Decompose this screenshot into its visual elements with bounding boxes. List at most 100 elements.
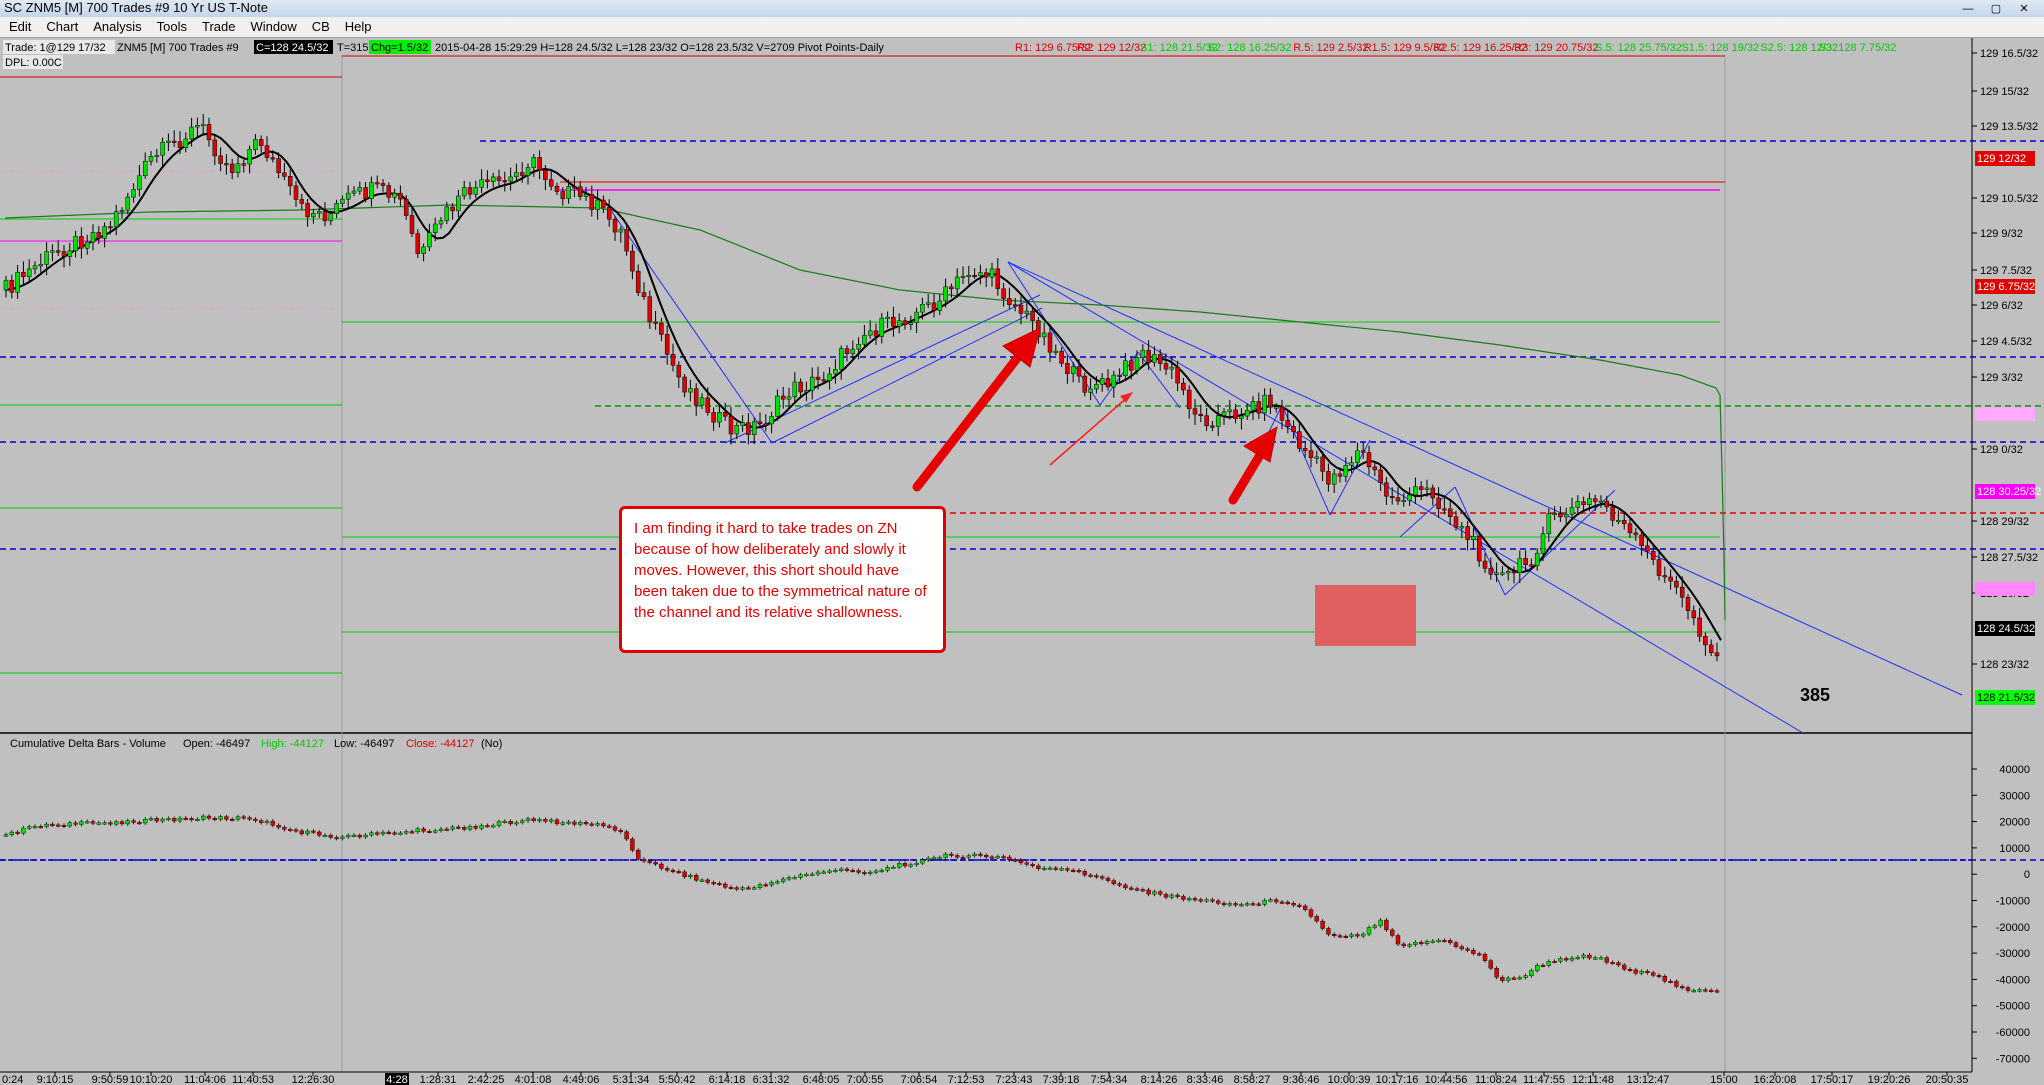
delta-bar: [1714, 990, 1720, 993]
delta-bar: [1616, 962, 1621, 966]
candle-body: [775, 395, 780, 417]
candle-body: [235, 163, 241, 173]
annotation-note: I am finding it hard to take trades on Z…: [619, 506, 946, 653]
tick-value: T=315: [337, 42, 369, 54]
delta-bar: [293, 829, 299, 832]
menu-chart[interactable]: Chart: [46, 19, 78, 34]
menu-cb[interactable]: CB: [312, 19, 330, 34]
candle-body: [891, 316, 896, 327]
delta-bar: [583, 822, 589, 825]
delta-bar: [84, 821, 90, 824]
delta-bar: [1326, 928, 1331, 935]
delta-bar: [1065, 868, 1070, 871]
menu-bar: Edit Chart Analysis Tools Trade Window CB Help: [0, 17, 2044, 38]
price-chart[interactable]: Trade: 1@129 17/32 ZNM5 [M] 700 Trades #…: [0, 38, 2044, 1085]
delta-bar: [873, 870, 879, 873]
delta-bar: [380, 831, 386, 835]
delta-bar: [288, 829, 293, 832]
delta-bar: [879, 870, 884, 873]
menu-edit[interactable]: Edit: [9, 19, 31, 34]
candle-body: [386, 185, 392, 198]
menu-analysis[interactable]: Analysis: [93, 19, 141, 34]
delta-bar: [543, 819, 548, 822]
close-icon[interactable]: ✕: [2010, 1, 2038, 17]
candle-body: [485, 179, 490, 182]
delta-bar: [926, 857, 931, 861]
candle-body: [676, 364, 682, 378]
candle-body: [119, 209, 125, 212]
candle-body: [1094, 383, 1099, 390]
candle-body: [1007, 298, 1012, 305]
delta-bar: [1308, 909, 1314, 917]
delta-bar: [694, 875, 699, 881]
candle-body: [902, 320, 908, 325]
candle-body: [1192, 408, 1198, 415]
delta-bar: [1552, 961, 1557, 964]
candle-body: [682, 376, 687, 393]
candle-body: [270, 157, 276, 160]
delta-bar: [734, 887, 739, 890]
candle-body: [1500, 572, 1505, 575]
delta-bar: [775, 881, 780, 884]
delta-bar: [1215, 900, 1221, 904]
price-marker: 129 12/32: [1977, 153, 2026, 165]
candle-body: [1302, 448, 1308, 451]
delta-bar: [844, 868, 850, 871]
delta-flag: (No): [481, 738, 502, 750]
delta-bar: [1279, 901, 1285, 904]
price-marker: 128 21.5/32: [1977, 692, 2035, 704]
delta-bar: [618, 830, 623, 832]
candle-body: [1453, 516, 1459, 528]
delta-bar: [520, 820, 525, 823]
delta-bar: [717, 883, 722, 886]
minimize-icon[interactable]: —: [1954, 1, 1982, 17]
price-marker: 128 24.5/32: [1977, 623, 2035, 635]
pivot-levels-header: R1: 129 6.75/32R2: 129 12/32S1: 128 21.5…: [1015, 42, 1896, 54]
delta-bar: [810, 873, 815, 876]
candle-body: [734, 425, 740, 435]
candle-body: [1128, 360, 1134, 371]
candle-body: [746, 422, 751, 436]
menu-help[interactable]: Help: [345, 19, 372, 34]
price-label: 129 6/32: [1980, 300, 2023, 312]
time-label: 4:49:06: [563, 1074, 600, 1085]
candle-body: [856, 344, 861, 350]
candle-body: [229, 163, 235, 173]
menu-trade[interactable]: Trade: [202, 19, 235, 34]
pivot-header-label: S2: 128 16.25/32: [1208, 42, 1292, 54]
candle-body: [1331, 473, 1337, 485]
delta-bar: [113, 821, 119, 825]
delta-bar: [781, 878, 786, 882]
delta-bar: [444, 828, 449, 831]
delta-bar: [108, 822, 113, 825]
price-label: 129 3/32: [1980, 372, 2023, 384]
time-label: 7:00:55: [847, 1074, 884, 1085]
candle-body: [1668, 576, 1673, 582]
candle-body: [21, 271, 26, 277]
menu-window[interactable]: Window: [250, 19, 296, 34]
menu-tools[interactable]: Tools: [157, 19, 187, 34]
delta-bar: [850, 870, 855, 872]
delta-bar: [728, 887, 734, 889]
candle-body: [299, 199, 305, 204]
candle-body: [276, 158, 281, 174]
candle-body: [972, 275, 977, 278]
time-label: 11:04:06: [184, 1074, 226, 1085]
delta-bar: [1331, 934, 1337, 936]
candle-body: [177, 141, 183, 148]
delta-bar: [989, 856, 995, 859]
candle-body: [1326, 471, 1331, 485]
delta-bar: [984, 855, 989, 858]
candle-body: [1378, 469, 1383, 483]
candle-body: [653, 321, 658, 324]
delta-bar: [421, 828, 426, 832]
time-label: 12:11:48: [1572, 1074, 1614, 1085]
delta-bar: [386, 831, 391, 834]
candle-body: [705, 397, 711, 413]
candle-body: [1065, 363, 1070, 374]
candle-body: [340, 198, 345, 204]
candle-body: [369, 182, 374, 199]
delta-label: 10000: [1999, 843, 2030, 855]
maximize-icon[interactable]: ▢: [1982, 1, 2010, 17]
delta-bar: [224, 816, 229, 820]
